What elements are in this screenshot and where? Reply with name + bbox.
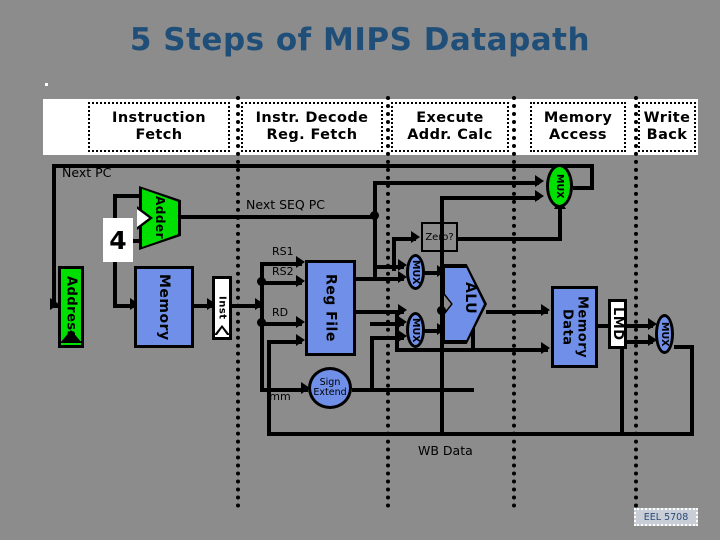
stage-label-line2: Fetch (135, 127, 183, 143)
decorative-dot (45, 83, 48, 86)
mux-label: MUX (410, 259, 421, 285)
wire-to-zero-riser (392, 237, 396, 271)
mux-label: MUX (410, 317, 421, 343)
stage-box-instr-decode: Instr. Decode Reg. Fetch (241, 102, 383, 152)
block-instruction-memory: Memory (134, 266, 194, 348)
wire-zero-to-mux-sel (558, 206, 562, 239)
stage-label-line2: Access (549, 127, 607, 143)
arrow-alu-to-datamem (541, 304, 550, 316)
junction-rs2 (257, 277, 266, 286)
wire-nextpc-top (52, 164, 594, 168)
stage-label-line1: Instr. Decode (255, 109, 369, 126)
arrow-seqpc-topmux (535, 175, 544, 187)
label-imm: Imm (266, 390, 291, 403)
arrow-to-zero (411, 231, 420, 243)
stage-label-line2: Reg. Fetch (266, 127, 358, 143)
constant-four-label: 4 (109, 225, 127, 255)
block-label-alu: ALU (462, 282, 478, 315)
block-label-inst: Inst (216, 296, 228, 320)
mux-label: MUX (659, 321, 670, 347)
block-zero-detect: Zero? (421, 222, 458, 252)
stage-box-write-back: Write Back (638, 102, 696, 152)
wire-datamem-to-lmd (598, 324, 608, 328)
wire-alu-out (486, 310, 548, 314)
wire-seqpc-up (373, 181, 377, 217)
slide-footer: EEL 5708 (634, 508, 698, 526)
block-label-memory: Memory (156, 273, 172, 341)
wire-wb-riser (267, 340, 271, 432)
arrow-rs2 (296, 275, 305, 287)
arrow-regfile-out-b (398, 304, 407, 316)
label-rs2: RS2 (272, 265, 294, 278)
wire-nextpc-left (52, 164, 56, 308)
block-sign-extend: Sign Extend (308, 367, 352, 409)
register-clock-triangle-inner (217, 328, 227, 335)
stage-label-line2: Addr. Calc (407, 127, 493, 143)
stage-divider-1 (236, 96, 240, 508)
wire-signext-riser (370, 336, 374, 388)
mux-alu-operand-a: MUX (406, 254, 425, 290)
sign-extend-line2: Extend (313, 387, 347, 398)
label-wb-data: WB Data (418, 443, 473, 458)
mux-write-back: MUX (655, 314, 674, 354)
label-next-seq-pc: Next SEQ PC (246, 197, 326, 212)
wire-inst-bus-vertical (260, 262, 264, 324)
label-next-pc: Next PC (62, 165, 112, 180)
wire-topmux-out-up (590, 164, 594, 188)
stage-divider-2 (386, 96, 390, 508)
footer-text: EEL 5708 (643, 511, 689, 523)
wire-storedata-riser (395, 310, 399, 352)
mux-next-pc: MUX (546, 164, 573, 208)
stage-divider-4 (634, 96, 638, 508)
block-label-reg-file: Reg File (322, 274, 339, 342)
block-label-adder: Adder (153, 196, 167, 240)
label-rs1: RS1 (272, 245, 294, 258)
stage-divider-3 (512, 96, 516, 508)
block-reg-file: Reg File (305, 260, 356, 356)
block-inst-register: Inst (212, 276, 232, 340)
stage-label-line2: Back (646, 127, 688, 143)
arrow-rd (296, 316, 305, 328)
stage-label-line1: Instruction (112, 109, 206, 126)
block-label-lmd: LMD (610, 307, 625, 341)
block-address-register: Address (58, 266, 84, 348)
arrow-rs1 (296, 256, 305, 268)
mux-label: MUX (554, 173, 565, 199)
wire-branch-target-to-mux (440, 196, 539, 200)
label-rd: RD (272, 306, 289, 319)
stage-label-line1: Execute (416, 109, 484, 126)
wire-wbmux-out-down (690, 345, 694, 432)
block-data-memory: Data Memory (551, 286, 598, 368)
block-label-address: Address (63, 275, 79, 339)
arrow-storedata (541, 342, 550, 354)
constant-four-box: 4 (103, 218, 133, 262)
wire-storedata (395, 348, 548, 352)
block-alu: ALU (442, 264, 487, 344)
arrow-wb-into-regfile (296, 334, 305, 346)
data-memory-line2: Memory (574, 295, 590, 359)
data-memory-line1: Data (559, 308, 575, 346)
wire-seqpc-to-topmux (373, 181, 539, 185)
mux-alu-operand-b: MUX (406, 312, 425, 348)
wire-next-seq-pc (178, 215, 375, 219)
block-adder: Adder (137, 186, 181, 250)
zero-label: Zero? (425, 231, 454, 243)
stage-box-execute: Execute Addr. Calc (391, 102, 509, 152)
stage-label-line1: Memory (543, 109, 613, 126)
arrow-branch-target-to-mux (535, 190, 544, 202)
stage-label-line1: Write (643, 109, 691, 126)
register-clock-triangle (60, 330, 82, 343)
wire-imm-down (260, 322, 264, 390)
stage-box-instruction-fetch: Instruction Fetch (88, 102, 230, 152)
page-title: 5 Steps of MIPS Datapath (129, 22, 591, 58)
wire-zero-out (458, 237, 562, 241)
stage-box-memory-access: Memory Access (530, 102, 626, 152)
slide-canvas: 5 Steps of MIPS Datapath Instruction Fet… (0, 0, 720, 540)
wire-wbmux-low-riser (620, 340, 624, 432)
wire-wb-data-bus (267, 432, 694, 436)
block-lmd-register: LMD (608, 299, 627, 349)
wire-signext-out (352, 388, 474, 392)
wire-regfile-out-a (356, 277, 404, 281)
